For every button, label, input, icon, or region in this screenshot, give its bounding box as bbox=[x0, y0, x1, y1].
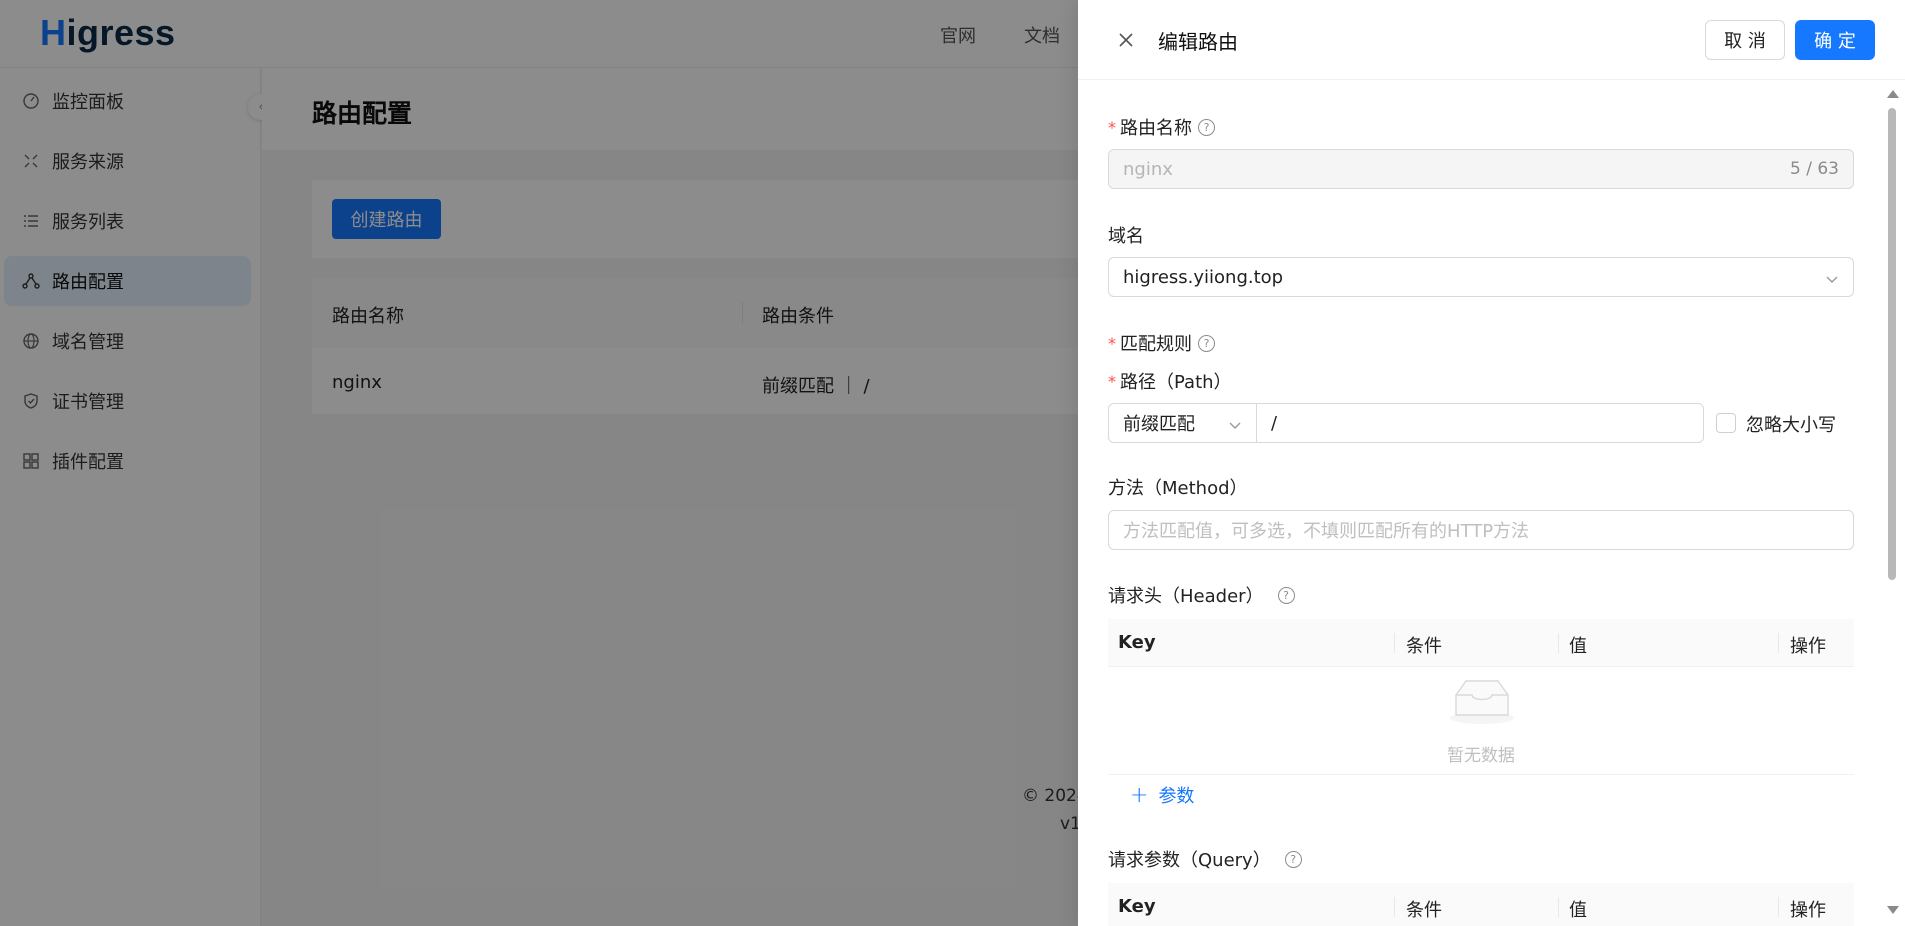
confirm-button[interactable]: 确 定 bbox=[1795, 20, 1875, 60]
ignore-case-label[interactable]: 忽略大小写 bbox=[1746, 411, 1836, 437]
column-divider bbox=[1558, 897, 1559, 917]
query-label: 请求参数（Query） ? bbox=[1108, 846, 1302, 872]
scroll-up-arrow-icon[interactable] bbox=[1887, 90, 1899, 98]
column-divider bbox=[1394, 897, 1395, 917]
ignore-case-checkbox[interactable] bbox=[1716, 413, 1736, 433]
column-action: 操作 bbox=[1790, 900, 1826, 921]
close-button[interactable] bbox=[1114, 28, 1138, 52]
header-label: 请求头（Header） ? bbox=[1108, 582, 1295, 608]
question-icon[interactable]: ? bbox=[1198, 118, 1215, 136]
required-mark: * bbox=[1108, 333, 1116, 353]
column-divider bbox=[1778, 897, 1779, 917]
domain-select[interactable]: higress.yiiong.top bbox=[1108, 257, 1854, 297]
path-label: * 路径（Path） bbox=[1108, 371, 1232, 394]
required-mark: * bbox=[1108, 117, 1116, 137]
column-value: 值 bbox=[1569, 900, 1587, 921]
route-name-label: * 路由名称 ? bbox=[1108, 114, 1215, 140]
empty-box-icon bbox=[1450, 680, 1514, 724]
column-divider bbox=[1778, 633, 1779, 653]
cancel-button[interactable]: 取 消 bbox=[1705, 20, 1785, 60]
empty-state: 暂无数据 bbox=[1108, 667, 1854, 775]
chevron-down-icon bbox=[1228, 416, 1242, 437]
path-match-type-select[interactable]: 前缀匹配 bbox=[1108, 403, 1257, 443]
required-mark: * bbox=[1108, 371, 1116, 391]
column-key: Key bbox=[1118, 896, 1156, 917]
drawer-body: * 路由名称 ? nginx 5 / 63 域名 higress.yiiong.… bbox=[1108, 80, 1854, 926]
question-icon[interactable]: ? bbox=[1284, 850, 1302, 868]
route-name-input: nginx 5 / 63 bbox=[1108, 149, 1854, 189]
drawer-scrollbar[interactable] bbox=[1886, 88, 1899, 926]
scrollbar-thumb[interactable] bbox=[1888, 108, 1896, 580]
query-table-head: Key 条件 值 操作 bbox=[1108, 883, 1854, 926]
column-key: Key bbox=[1118, 632, 1156, 653]
add-header-param-button[interactable]: + 参数 bbox=[1130, 782, 1194, 808]
question-icon[interactable]: ? bbox=[1277, 586, 1295, 604]
chevron-down-icon bbox=[1825, 270, 1839, 291]
match-rule-label: * 匹配规则 ? bbox=[1108, 330, 1215, 356]
column-divider bbox=[1558, 633, 1559, 653]
header-table-head: Key 条件 值 操作 bbox=[1108, 619, 1854, 667]
column-condition: 条件 bbox=[1406, 900, 1442, 921]
scroll-down-arrow-icon[interactable] bbox=[1887, 906, 1899, 914]
column-action: 操作 bbox=[1790, 636, 1826, 657]
question-icon[interactable]: ? bbox=[1198, 334, 1215, 352]
path-value-input[interactable]: / bbox=[1256, 403, 1704, 443]
method-select[interactable]: 方法匹配值，可多选，不填则匹配所有的HTTP方法 bbox=[1108, 510, 1854, 550]
drawer-title: 编辑路由 bbox=[1158, 30, 1238, 54]
method-label: 方法（Method） bbox=[1108, 478, 1248, 499]
plus-icon: + bbox=[1130, 782, 1149, 808]
column-condition: 条件 bbox=[1406, 636, 1442, 657]
domain-label: 域名 bbox=[1108, 226, 1144, 247]
drawer-header: 编辑路由 取 消 确 定 bbox=[1078, 0, 1905, 80]
column-divider bbox=[1394, 633, 1395, 653]
edit-route-drawer: 编辑路由 取 消 确 定 * 路由名称 ? nginx 5 / 63 域名 hi… bbox=[1078, 0, 1905, 926]
close-icon bbox=[1119, 33, 1133, 47]
empty-text: 暂无数据 bbox=[1447, 746, 1515, 766]
column-value: 值 bbox=[1569, 636, 1587, 657]
char-counter: 5 / 63 bbox=[1790, 159, 1839, 179]
